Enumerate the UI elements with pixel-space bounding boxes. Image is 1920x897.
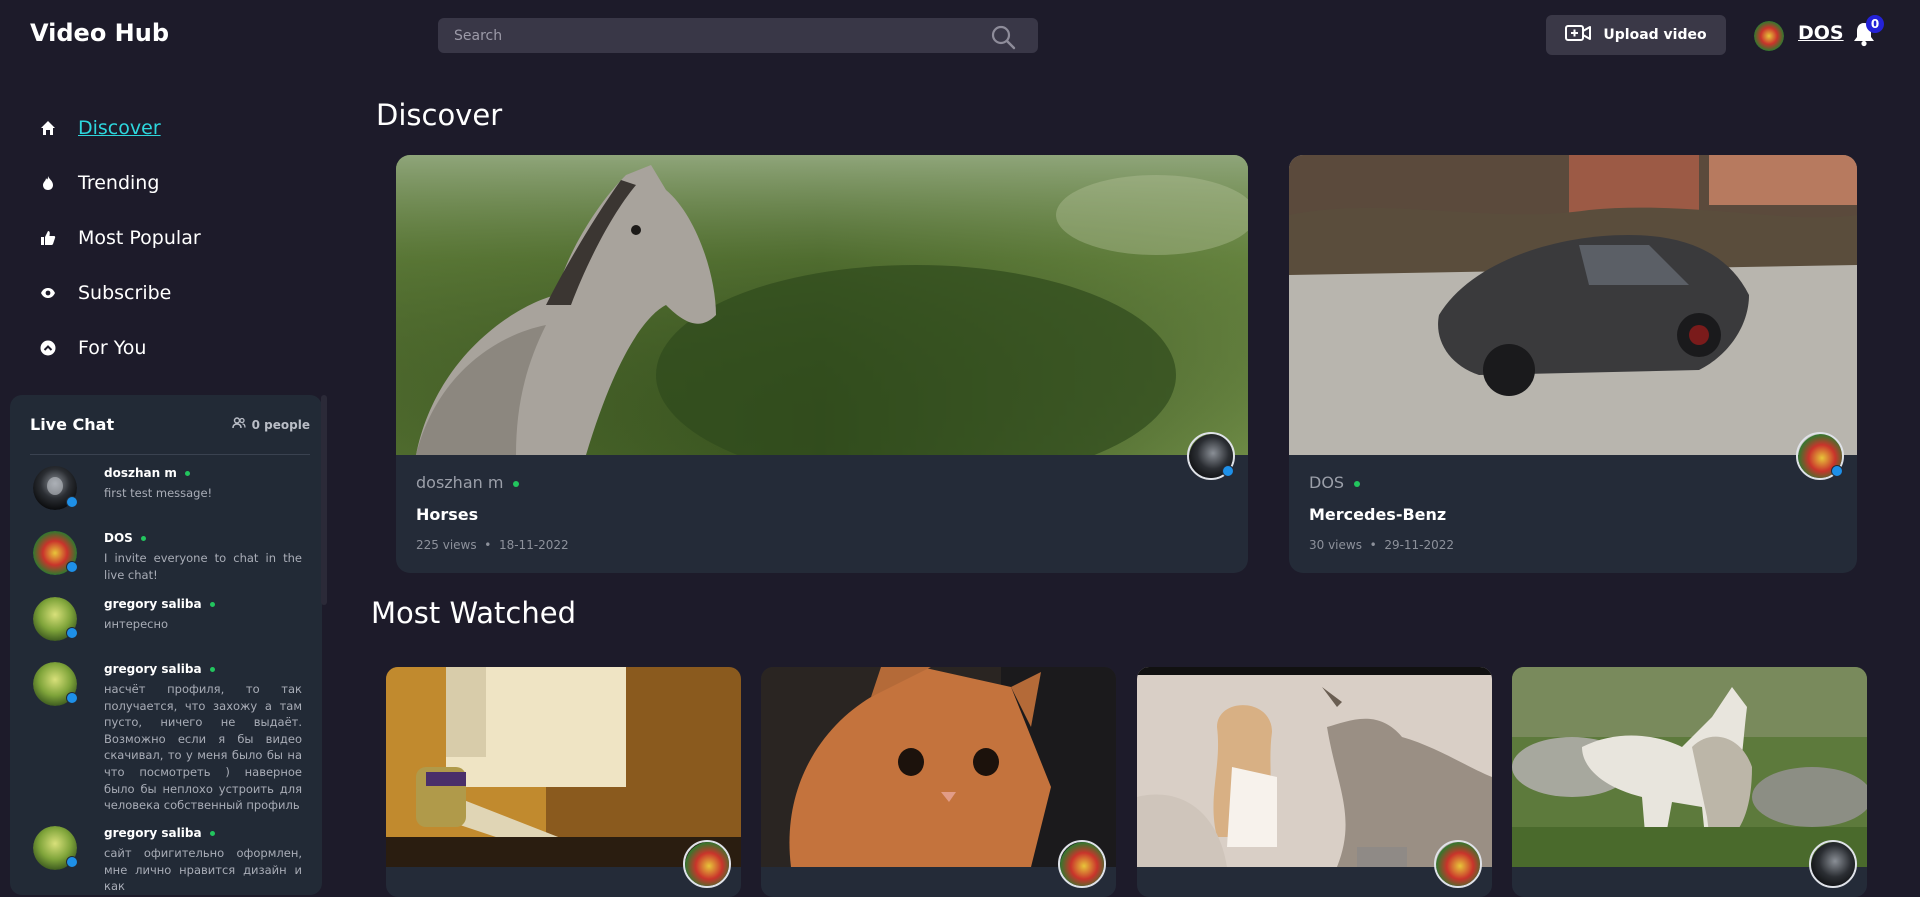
chat-text: насчёт профиля, то так получается, что з… xyxy=(104,682,302,813)
most-watched-heading: Most Watched xyxy=(371,596,576,630)
chat-author[interactable]: gregory saliba xyxy=(104,662,215,676)
chat-author[interactable]: gregory saliba xyxy=(104,597,215,611)
chat-text: интересно xyxy=(104,617,169,631)
chat-scrollbar[interactable] xyxy=(321,395,327,605)
video-thumbnail[interactable] xyxy=(1137,667,1492,867)
fire-icon xyxy=(40,175,56,191)
nav-label: Trending xyxy=(78,171,160,194)
upload-video-button[interactable]: Upload video xyxy=(1546,15,1726,55)
live-chat-panel: Live Chat 0 people doszhan m first test … xyxy=(10,395,322,895)
username-link[interactable]: DOS xyxy=(1798,22,1844,44)
video-author[interactable]: DOS xyxy=(1309,473,1361,492)
chat-author[interactable]: DOS xyxy=(104,531,146,545)
video-thumbnail[interactable] xyxy=(386,667,741,867)
chat-people-count: 0 people xyxy=(231,417,310,432)
nav-item-for-you[interactable]: For You xyxy=(40,320,201,375)
upload-video-label: Upload video xyxy=(1603,27,1707,43)
users-icon xyxy=(231,417,246,432)
search-icon[interactable] xyxy=(990,24,1016,54)
discover-heading: Discover xyxy=(376,98,503,132)
author-avatar[interactable] xyxy=(1058,840,1106,888)
chat-author[interactable]: gregory saliba xyxy=(104,826,215,840)
video-card[interactable] xyxy=(1512,667,1867,897)
video-card[interactable] xyxy=(386,667,741,897)
nav-item-trending[interactable]: Trending xyxy=(40,155,201,210)
user-avatar[interactable] xyxy=(1754,21,1784,51)
search-input[interactable] xyxy=(438,18,1038,53)
author-avatar[interactable] xyxy=(1809,840,1857,888)
sidebar-nav: Discover Trending Most Popular Subscribe… xyxy=(40,100,201,375)
nav-label: Discover xyxy=(78,116,161,139)
notification-badge: 0 xyxy=(1866,15,1884,33)
author-avatar[interactable] xyxy=(1434,840,1482,888)
verified-icon xyxy=(1831,465,1843,477)
video-title[interactable]: Horses xyxy=(416,505,478,524)
video-title[interactable]: Mercedes-Benz xyxy=(1309,505,1446,524)
video-stats: 30 views • 29-11-2022 xyxy=(1309,538,1455,552)
video-author[interactable]: doszhan m xyxy=(416,473,520,492)
nav-label: Subscribe xyxy=(78,281,172,304)
top-bar: Video Hub Upload video DOS 0 xyxy=(0,0,1920,70)
video-thumbnail[interactable] xyxy=(1512,667,1867,867)
eye-icon xyxy=(40,285,56,301)
people-count: 0 people xyxy=(251,417,310,432)
nav-label: Most Popular xyxy=(78,226,201,249)
chat-message: gregory saliba интересно xyxy=(33,597,303,647)
video-card[interactable] xyxy=(1137,667,1492,897)
nav-label: For You xyxy=(78,336,147,359)
nav-item-most-popular[interactable]: Most Popular xyxy=(40,210,201,265)
nav-item-subscribe[interactable]: Subscribe xyxy=(40,265,201,320)
video-card[interactable]: DOS Mercedes-Benz 30 views • 29-11-2022 xyxy=(1289,155,1857,573)
nav-item-discover[interactable]: Discover xyxy=(40,100,201,155)
verified-icon xyxy=(66,627,78,639)
video-card[interactable] xyxy=(761,667,1116,897)
author-avatar[interactable] xyxy=(683,840,731,888)
chat-header: Live Chat 0 people xyxy=(30,415,310,455)
video-stats: 225 views • 18-11-2022 xyxy=(416,538,569,552)
chat-text: first test message! xyxy=(104,486,213,500)
logo[interactable]: Video Hub xyxy=(30,19,169,47)
verified-icon xyxy=(1222,465,1234,477)
verified-icon xyxy=(66,692,78,704)
verified-icon xyxy=(66,496,78,508)
video-card[interactable]: doszhan m Horses 225 views • 18-11-2022 xyxy=(396,155,1248,573)
chat-text: I invite everyone to chat in the live ch… xyxy=(104,551,302,582)
chat-text: сайт офигительно оформлен, мне лично нра… xyxy=(104,846,302,894)
chat-message: doszhan m first test message! xyxy=(33,466,303,516)
chat-message: DOS I invite everyone to chat in the liv… xyxy=(33,531,303,591)
video-thumbnail-mercedes[interactable] xyxy=(1289,155,1857,455)
chat-author[interactable]: doszhan m xyxy=(104,466,190,480)
home-icon xyxy=(40,120,56,136)
chat-message: gregory saliba сайт офигительно оформлен… xyxy=(33,826,303,895)
search-box[interactable] xyxy=(438,18,1038,53)
video-plus-icon xyxy=(1565,23,1592,47)
video-thumbnail[interactable] xyxy=(761,667,1116,867)
verified-icon xyxy=(66,856,78,868)
verified-icon xyxy=(66,561,78,573)
chat-title: Live Chat xyxy=(30,415,115,434)
chevron-up-circle-icon xyxy=(40,340,56,356)
thumbs-up-icon xyxy=(40,230,56,246)
video-thumbnail-horses[interactable] xyxy=(396,155,1248,455)
chat-message: gregory saliba насчёт профиля, то так по… xyxy=(33,662,303,822)
